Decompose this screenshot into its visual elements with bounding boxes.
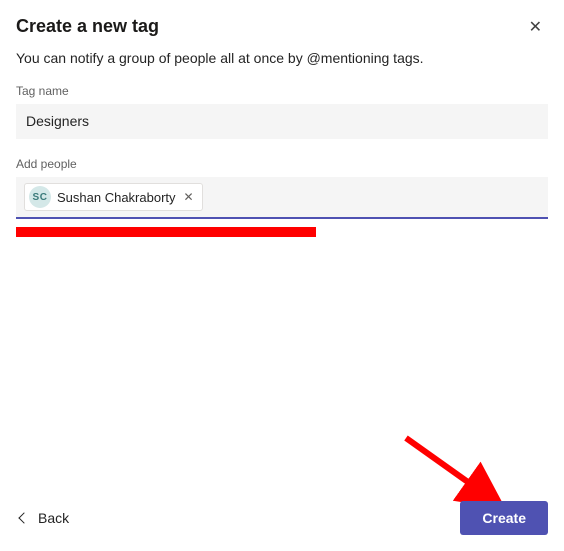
avatar: SC <box>29 186 51 208</box>
close-icon: ✕ <box>184 190 194 204</box>
close-icon: ✕ <box>529 19 542 36</box>
back-button-label: Back <box>38 510 69 526</box>
person-chip: SC Sushan Chakraborty ✕ <box>24 183 203 211</box>
add-people-label: Add people <box>16 157 548 171</box>
person-chip-name: Sushan Chakraborty <box>57 190 176 205</box>
add-people-input[interactable]: SC Sushan Chakraborty ✕ <box>16 177 548 219</box>
create-button[interactable]: Create <box>460 501 548 535</box>
redaction-bar <box>16 227 316 237</box>
add-people-text-input[interactable] <box>209 189 540 205</box>
tag-name-input[interactable] <box>16 104 548 139</box>
chip-remove-button[interactable]: ✕ <box>182 191 196 203</box>
tag-name-label: Tag name <box>16 84 548 98</box>
back-button[interactable]: Back <box>16 504 73 532</box>
close-button[interactable]: ✕ <box>523 16 548 40</box>
dialog-title: Create a new tag <box>16 16 159 37</box>
chevron-left-icon <box>18 512 29 523</box>
dialog-subtitle: You can notify a group of people all at … <box>16 50 548 66</box>
